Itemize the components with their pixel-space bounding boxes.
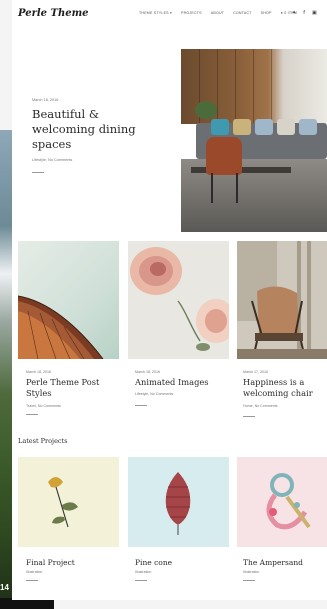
main-nav: Theme styles ▾ Projects About Contact Sh… <box>139 11 297 15</box>
hero-post-title[interactable]: Beautiful & welcoming dining spaces <box>32 107 147 152</box>
project-title[interactable]: The Ampersand <box>243 558 303 567</box>
twitter-icon[interactable]: ✦ <box>292 10 296 16</box>
post-title[interactable]: Animated Images <box>135 377 230 388</box>
nav-item-about[interactable]: About <box>211 11 224 15</box>
project-meta[interactable]: Illustration <box>135 570 151 574</box>
divider <box>135 405 147 406</box>
project-image-pine-cone[interactable] <box>128 457 229 547</box>
post-meta[interactable]: Lifestyle, No Comments <box>135 392 173 396</box>
project-image-flower[interactable] <box>18 457 119 547</box>
nav-item-contact[interactable]: Contact <box>233 11 252 15</box>
project-title[interactable]: Final Project <box>26 558 75 567</box>
post-date: March 18, 2016 <box>135 370 160 374</box>
hero-post-date: March 18, 2016 <box>32 98 59 102</box>
post-meta[interactable]: Travel, No Comments <box>26 404 61 408</box>
project-image-ampersand[interactable] <box>237 457 327 547</box>
post-date: March 18, 2016 <box>26 370 51 374</box>
post-image-architecture[interactable] <box>18 241 119 359</box>
divider <box>32 172 44 173</box>
project-meta[interactable]: Illustration <box>243 570 259 574</box>
divider <box>26 414 38 415</box>
nav-item-theme-styles[interactable]: Theme styles ▾ <box>139 11 172 15</box>
post-title[interactable]: Perle Theme Post Styles <box>26 377 121 399</box>
social-links: ✦ f ▣ <box>292 10 317 16</box>
post-image-flowers[interactable] <box>128 241 229 359</box>
hero-room-image[interactable] <box>181 49 327 232</box>
project-title[interactable]: Pine cone <box>135 558 172 567</box>
post-image-chair[interactable] <box>237 241 327 359</box>
divider <box>135 580 147 581</box>
nav-item-projects[interactable]: Projects <box>181 11 202 15</box>
facebook-icon[interactable]: f <box>303 10 305 16</box>
background-number: 14 <box>0 583 9 592</box>
hero-post-meta[interactable]: Lifestyle, No Comments <box>32 158 72 162</box>
nav-item-shop[interactable]: Shop <box>261 11 272 15</box>
instagram-icon[interactable]: ▣ <box>312 10 317 16</box>
divider <box>243 580 255 581</box>
post-meta[interactable]: Home, No Comments <box>243 404 278 408</box>
site-header: Perle Theme Theme styles ▾ Projects Abou… <box>12 0 327 28</box>
theme-preview-page: Perle Theme Theme styles ▾ Projects Abou… <box>12 0 327 600</box>
divider <box>26 580 38 581</box>
divider <box>243 416 255 417</box>
project-meta[interactable]: Illustration <box>26 570 42 574</box>
section-title: Latest Projects <box>18 437 68 445</box>
post-title[interactable]: Happiness is a welcoming chair <box>243 377 323 399</box>
site-logo[interactable]: Perle Theme <box>18 8 89 19</box>
post-date: March 17, 2016 <box>243 370 268 374</box>
